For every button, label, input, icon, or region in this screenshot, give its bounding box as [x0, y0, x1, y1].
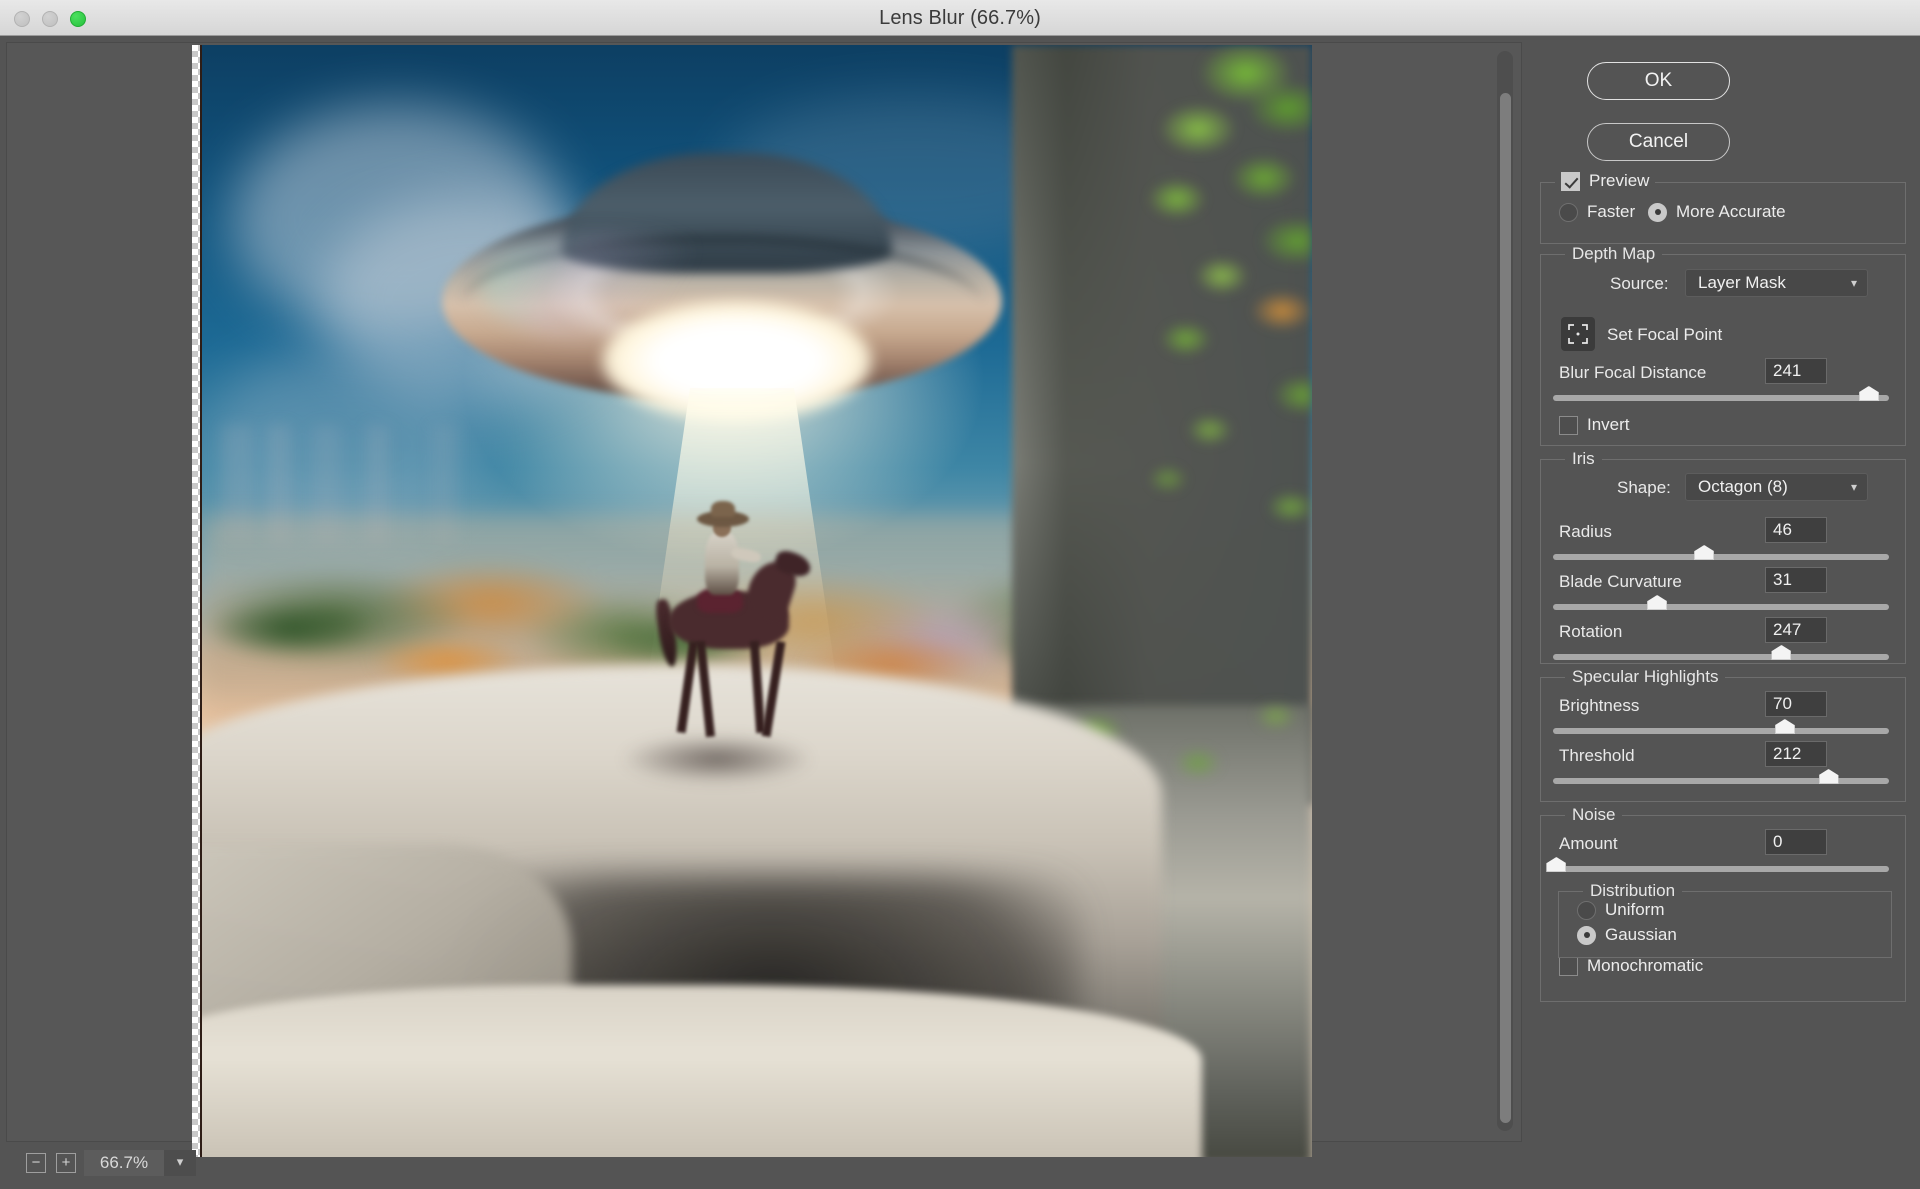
distribution-group: Distribution Uniform Gaussian [1558, 891, 1892, 958]
iris-radius-field[interactable]: 46 [1765, 517, 1827, 543]
slider-thumb[interactable] [1819, 769, 1839, 784]
preview-canvas[interactable] [192, 45, 1312, 1157]
cancel-button[interactable]: Cancel [1587, 123, 1730, 161]
spec-threshold-label: Threshold [1559, 746, 1635, 766]
radio-icon[interactable] [1648, 203, 1667, 222]
radio-icon[interactable] [1577, 901, 1596, 920]
preview-vertical-scrollbar[interactable] [1497, 51, 1513, 1131]
window-titlebar: Lens Blur (66.7%) [0, 0, 1920, 36]
cliff-foliage [1012, 45, 1312, 745]
preview-quality-faster[interactable]: Faster [1559, 202, 1635, 222]
spec-brightness-field[interactable]: 70 [1765, 691, 1827, 717]
noise-amount-field[interactable]: 0 [1765, 829, 1827, 855]
depth-source-label: Source: [1610, 274, 1669, 294]
slider-thumb[interactable] [1694, 545, 1714, 560]
rider-torso [705, 531, 739, 595]
set-focal-point-icon [1568, 324, 1588, 344]
chevron-down-icon: ▾ [1851, 270, 1857, 297]
specular-highlights-group: Specular Highlights Brightness 70 Thresh… [1540, 677, 1906, 802]
invert-checkbox-row[interactable]: Invert [1559, 415, 1630, 435]
iris-radius-label: Radius [1559, 522, 1612, 542]
noise-amount-label: Amount [1559, 834, 1618, 854]
specular-highlights-legend: Specular Highlights [1565, 667, 1725, 687]
depth-source-select[interactable]: Layer Mask ▾ [1685, 269, 1868, 297]
ok-button[interactable]: OK [1587, 62, 1730, 100]
radio-icon[interactable] [1559, 203, 1578, 222]
chevron-down-icon: ▾ [1851, 474, 1857, 501]
spec-threshold-field[interactable]: 212 [1765, 741, 1827, 767]
preview-checkbox[interactable] [1561, 172, 1580, 191]
noise-amount-slider[interactable] [1553, 866, 1889, 872]
cowboy-on-horse [657, 495, 817, 755]
iris-blade-curvature-slider[interactable] [1553, 604, 1889, 610]
depth-map-group: Depth Map Source: Layer Mask ▾ Set Focal… [1540, 254, 1906, 446]
slider-thumb[interactable] [1647, 595, 1667, 610]
iris-shape-label: Shape: [1617, 478, 1671, 498]
iris-rotation-slider[interactable] [1553, 654, 1889, 660]
slider-thumb[interactable] [1859, 386, 1879, 401]
window-title: Lens Blur (66.7%) [0, 0, 1920, 36]
monochromatic-checkbox-row[interactable]: Monochromatic [1559, 956, 1703, 976]
noise-legend: Noise [1565, 805, 1622, 825]
zoom-in-button[interactable]: + [56, 1153, 76, 1173]
ufo [442, 153, 1002, 443]
radio-icon[interactable] [1577, 926, 1596, 945]
iris-blade-curvature-label: Blade Curvature [1559, 572, 1682, 592]
iris-group: Iris Shape: Octagon (8) ▾ Radius 46 Blad… [1540, 459, 1906, 664]
iris-rotation-field[interactable]: 247 [1765, 617, 1827, 643]
iris-shape-select[interactable]: Octagon (8) ▾ [1685, 473, 1868, 501]
invert-checkbox[interactable] [1559, 416, 1578, 435]
zoom-statusbar: − + 66.7% ▾ [6, 1145, 1522, 1185]
horse-leg [677, 641, 699, 733]
horse-leg [762, 641, 786, 737]
preview-quality-more-accurate[interactable]: More Accurate [1648, 202, 1786, 222]
iris-radius-slider[interactable] [1553, 554, 1889, 560]
monochromatic-label: Monochromatic [1587, 956, 1703, 976]
chevron-down-icon: ▾ [177, 1154, 184, 1169]
preview-group: Faster More Accurate [1540, 182, 1906, 244]
zoom-out-button[interactable]: − [26, 1153, 46, 1173]
monochromatic-checkbox[interactable] [1559, 957, 1578, 976]
cowboy-hat-crown [711, 501, 735, 517]
iris-legend: Iris [1565, 449, 1602, 469]
zoom-level-field[interactable]: 66.7% [84, 1150, 164, 1176]
distribution-uniform[interactable]: Uniform [1577, 900, 1665, 920]
lens-blur-dialog: Lens Blur (66.7%) [0, 0, 1920, 1189]
spec-brightness-label: Brightness [1559, 696, 1639, 716]
preview-checkbox-label: Preview [1589, 171, 1649, 191]
preview-quality-more-accurate-label: More Accurate [1676, 202, 1786, 222]
set-focal-point-button[interactable] [1561, 317, 1595, 351]
slider-thumb[interactable] [1546, 857, 1566, 872]
horse-leg [750, 641, 765, 733]
slider-thumb[interactable] [1775, 719, 1795, 734]
distribution-gaussian[interactable]: Gaussian [1577, 925, 1677, 945]
blur-focal-distance-slider[interactable] [1553, 395, 1889, 401]
preview-pane[interactable] [6, 42, 1522, 1142]
invert-label: Invert [1587, 415, 1630, 435]
distribution-uniform-label: Uniform [1605, 900, 1665, 920]
preview-quality-faster-label: Faster [1587, 202, 1635, 222]
artwork-image[interactable] [200, 45, 1312, 1157]
set-focal-point-label: Set Focal Point [1607, 325, 1722, 345]
blur-focal-distance-label: Blur Focal Distance [1559, 363, 1706, 383]
slider-thumb[interactable] [1771, 645, 1791, 660]
spec-brightness-slider[interactable] [1553, 728, 1889, 734]
depth-map-legend: Depth Map [1565, 244, 1662, 264]
scrollbar-thumb[interactable] [1500, 93, 1511, 1123]
iris-shape-value: Octagon (8) [1698, 477, 1788, 496]
iris-rotation-label: Rotation [1559, 622, 1622, 642]
spec-threshold-slider[interactable] [1553, 778, 1889, 784]
options-panel: OK Cancel Faster More Accurate Preview D… [1530, 42, 1914, 1184]
blur-focal-distance-field[interactable]: 241 [1765, 358, 1827, 384]
rock-foreground-slab [200, 985, 1202, 1157]
preview-checkbox-row[interactable]: Preview [1555, 171, 1655, 191]
zoom-preset-dropdown[interactable]: ▾ [164, 1150, 196, 1176]
iris-blade-curvature-field[interactable]: 31 [1765, 567, 1827, 593]
distribution-gaussian-label: Gaussian [1605, 925, 1677, 945]
depth-source-value: Layer Mask [1698, 273, 1786, 292]
horse-leg [696, 641, 715, 737]
distribution-legend: Distribution [1583, 881, 1682, 901]
